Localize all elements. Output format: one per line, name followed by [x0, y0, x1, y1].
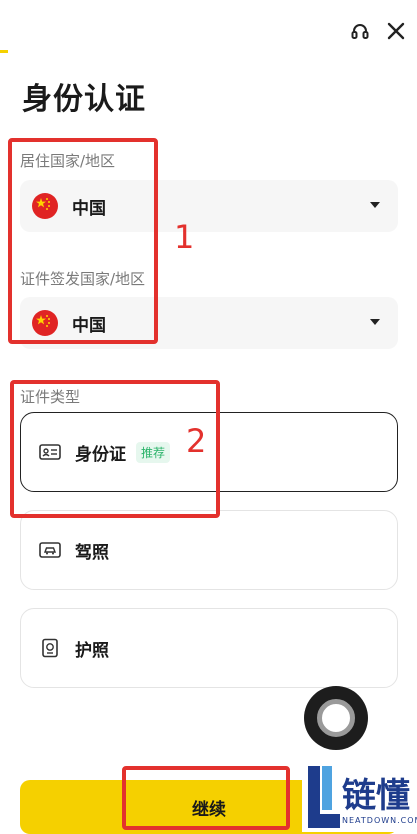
accent-line: [0, 50, 8, 53]
doc-option-label: 驾照: [75, 542, 109, 563]
close-icon[interactable]: [385, 20, 407, 42]
annotation-box-3: [122, 766, 290, 830]
doc-option-driver-license[interactable]: 驾照: [20, 510, 398, 590]
chevron-down-icon: [370, 202, 380, 208]
watermark-title: 链懂: [342, 776, 410, 816]
annotation-number-1: 1: [174, 218, 195, 256]
headset-icon[interactable]: [349, 20, 371, 42]
annotation-box-1: [8, 138, 158, 344]
doc-option-passport[interactable]: 护照: [20, 608, 398, 688]
floating-assistant-button[interactable]: [304, 686, 368, 750]
watermark: 链懂 NEATDOWN.COM: [302, 762, 417, 832]
watermark-subtitle: NEATDOWN.COM: [342, 816, 417, 825]
car-icon: [39, 539, 61, 561]
chevron-down-icon: [370, 319, 380, 325]
passport-icon: [39, 637, 61, 659]
page-title: 身份认证: [22, 82, 146, 117]
header-actions: [349, 20, 407, 42]
watermark-logo-icon: [308, 766, 340, 828]
annotation-number-2: 2: [186, 422, 207, 460]
doc-option-label: 护照: [75, 640, 109, 661]
ring-icon: [317, 699, 355, 737]
